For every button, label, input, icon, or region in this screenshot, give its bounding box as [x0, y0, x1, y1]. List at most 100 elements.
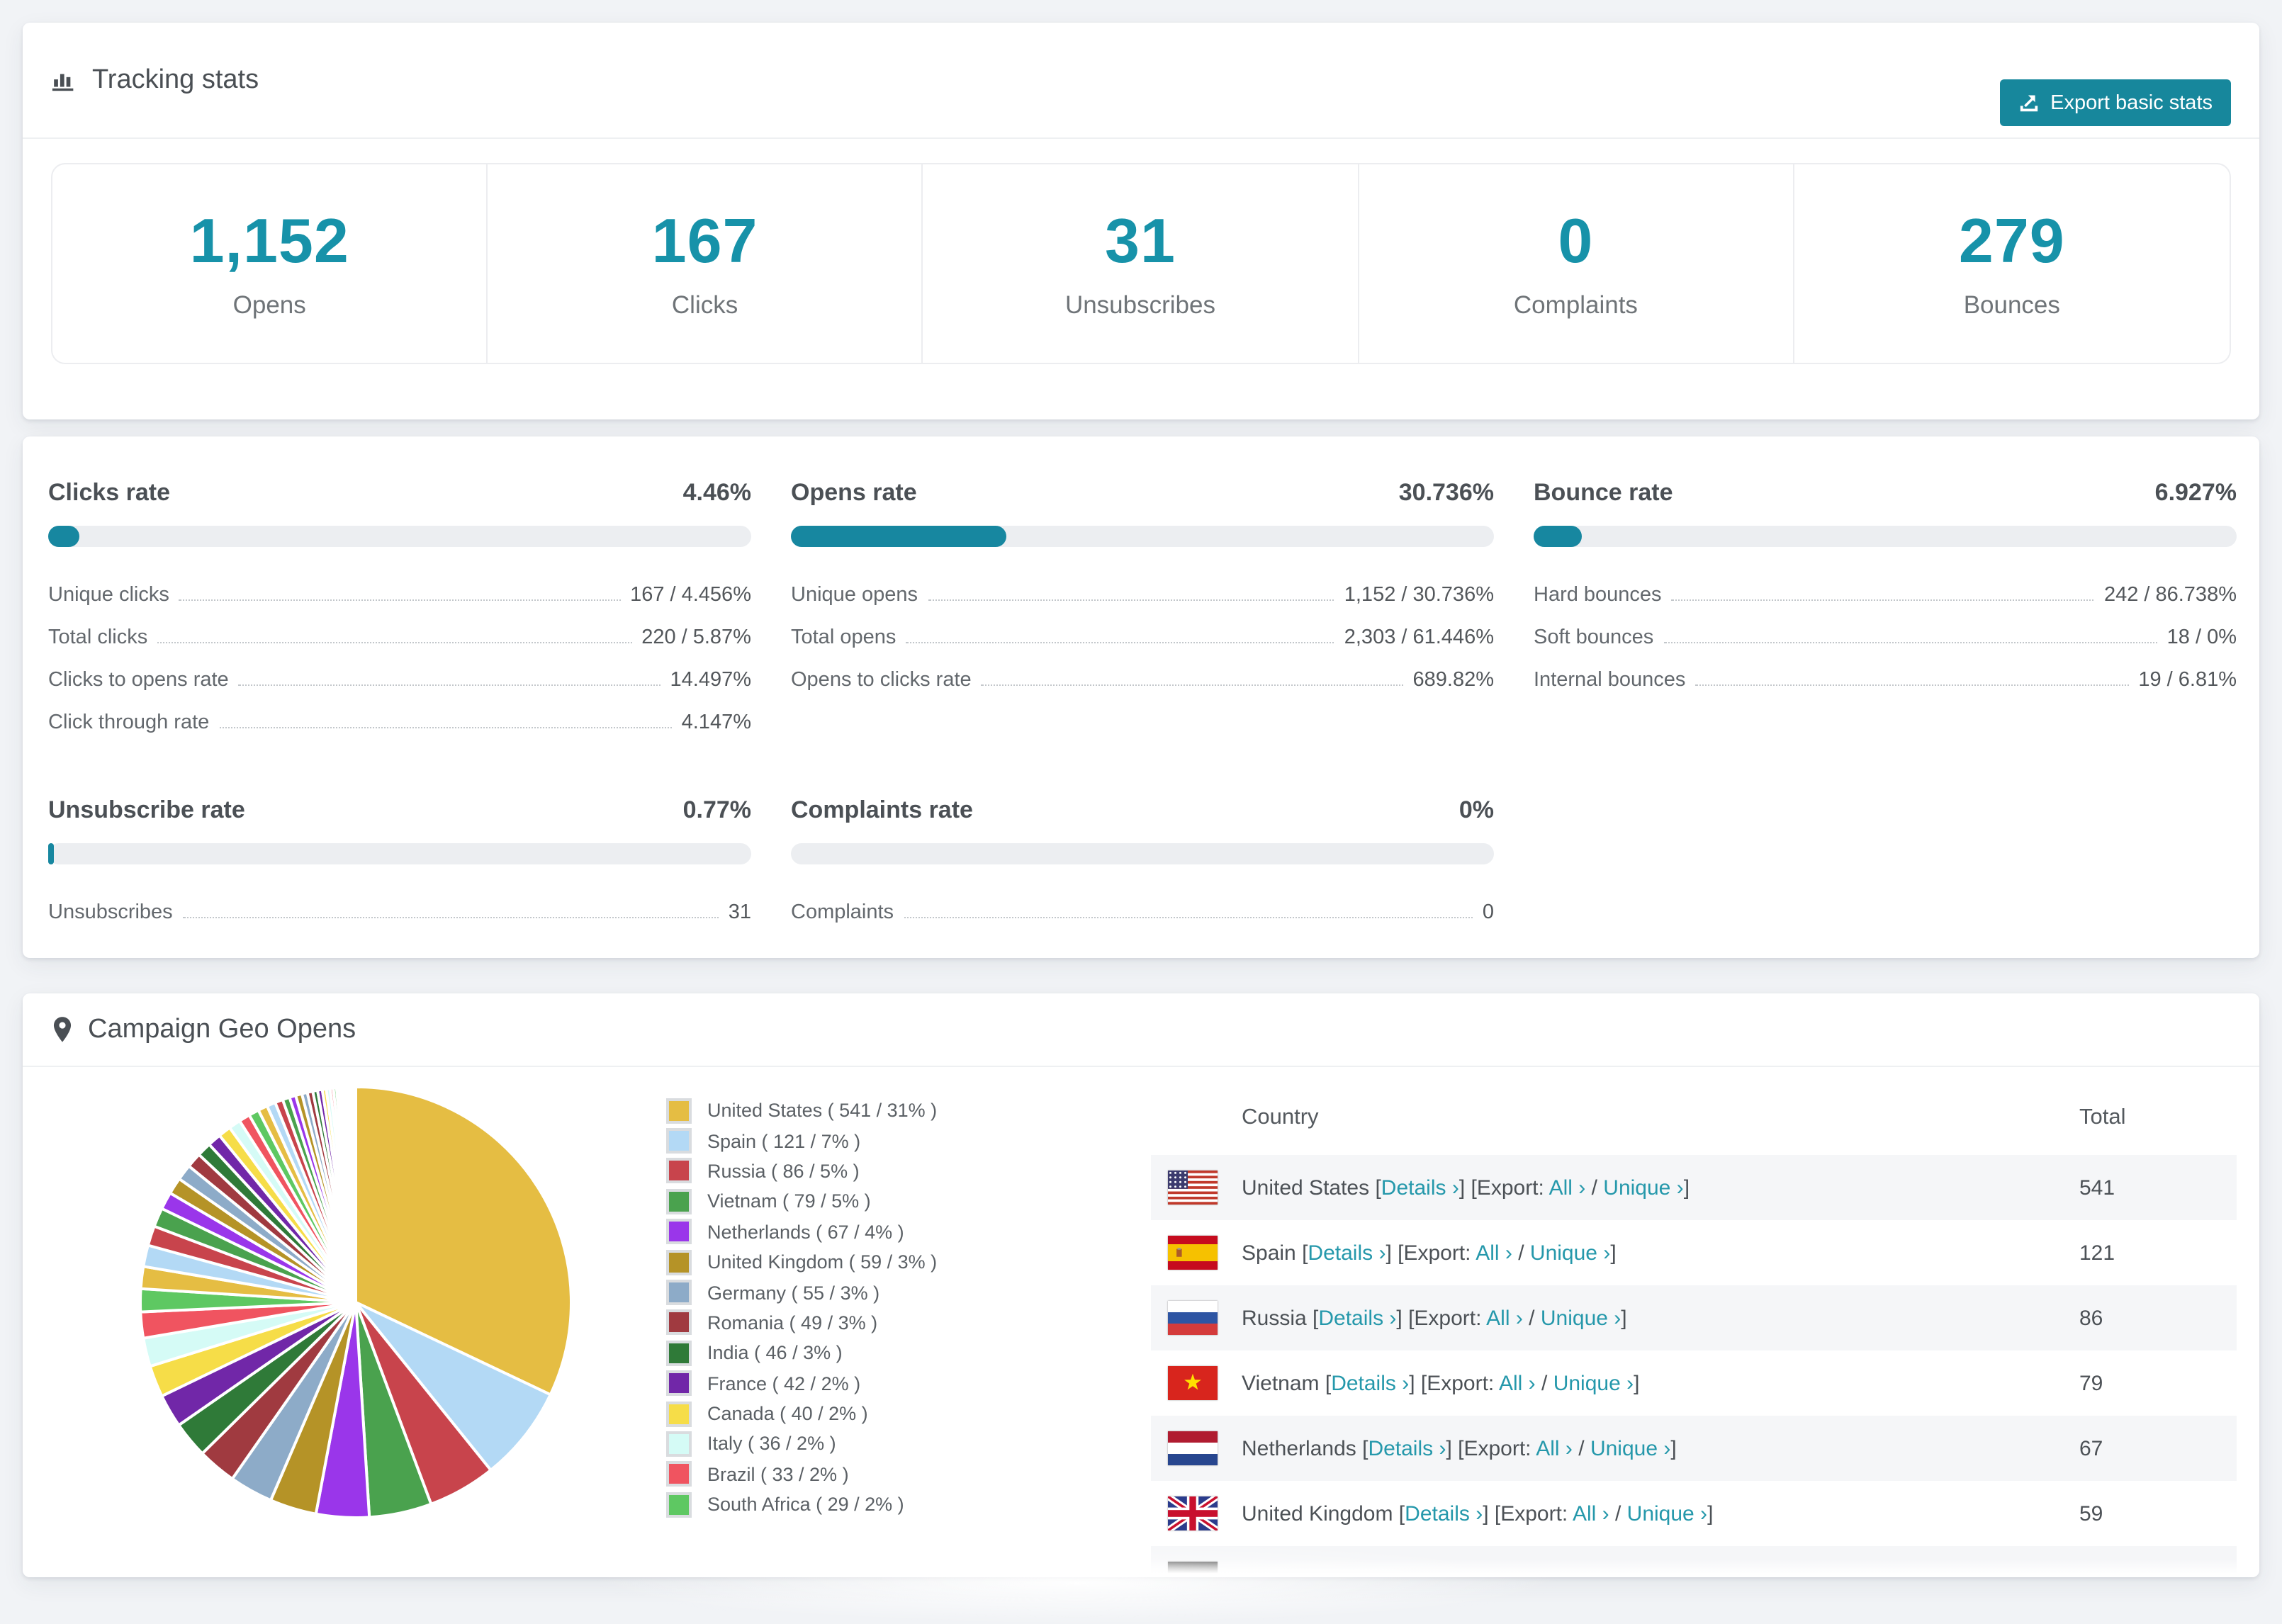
legend-swatch [666, 1128, 692, 1154]
rate-row-value: 0 [1482, 901, 1494, 924]
dotted-leader [157, 642, 632, 643]
rate-value: 0% [1458, 796, 1494, 823]
rate-row-label: Hard bounces [1534, 584, 1662, 607]
details-link[interactable]: Details › [1405, 1501, 1483, 1526]
dotted-leader [238, 684, 661, 686]
rate-title: Clicks rate [48, 479, 170, 506]
details-link[interactable]: Details › [1318, 1306, 1396, 1330]
details-link[interactable]: Details › [1368, 1436, 1446, 1460]
export-all-link[interactable]: All › [1536, 1436, 1573, 1460]
ru-flag-icon [1168, 1301, 1218, 1335]
geo-opens-title: Campaign Geo Opens [88, 1014, 356, 1044]
rate-row: Unsubscribes 31 [48, 881, 751, 924]
rate-rows: Unique clicks 167 / 4.456% Total clicks 220… [48, 564, 751, 734]
rate-value: 0.77% [682, 796, 751, 823]
export-unique-link[interactable]: Unique › [1530, 1241, 1610, 1265]
rate-row-value: 167 / 4.456% [630, 584, 751, 607]
rate-row-label: Opens to clicks rate [791, 669, 972, 692]
export-all-link[interactable]: All › [1499, 1371, 1536, 1395]
stat-value: 1,152 [189, 207, 349, 276]
export-unique-link[interactable]: Unique › [1590, 1436, 1670, 1460]
rate-panel-head: Opens rate 30.736% [791, 479, 1494, 507]
geo-country-table: Country Total United States [Details ›] … [1151, 1081, 2237, 1577]
rate-row-value: 18 / 0% [2166, 626, 2237, 649]
vn-flag-icon [1168, 1366, 1218, 1400]
legend-swatch [666, 1401, 692, 1427]
rate-panel-bounce-rate: Bounce rate 6.927% Hard bounces 242 / 86.73… [1534, 479, 2237, 734]
rate-panel-head: Bounce rate 6.927% [1534, 479, 2237, 507]
stat-label: Clicks [671, 291, 738, 319]
total-cell: 86 [2079, 1306, 2103, 1330]
dotted-leader [928, 599, 1334, 601]
rate-progress-bar [791, 843, 1494, 864]
de-flag-icon [1168, 1562, 1218, 1577]
rate-panel-opens-rate: Opens rate 30.736% Unique opens 1,152 / 30.… [791, 479, 1494, 734]
dotted-leader [219, 727, 672, 728]
details-link[interactable]: Details › [1381, 1175, 1459, 1200]
stat-card-clicks: 167 Clicks [488, 164, 923, 363]
stat-card-bounces: 279 Bounces [1794, 164, 2230, 363]
legend-swatch [666, 1280, 692, 1306]
legend-item: South Africa ( 29 / 2% ) [666, 1489, 937, 1520]
legend-swatch [666, 1431, 692, 1457]
legend-item: United States ( 541 / 31% ) [666, 1095, 937, 1126]
rate-value: 6.927% [2154, 479, 2237, 506]
map-pin-icon [51, 1016, 74, 1043]
rate-row-label: Unsubscribes [48, 901, 173, 924]
export-all-link[interactable]: All › [1573, 1501, 1609, 1526]
us-flag-icon [1168, 1171, 1218, 1205]
dotted-leader [906, 642, 1334, 643]
rate-row: Complaints 0 [791, 881, 1494, 924]
legend-label: South Africa ( 29 / 2% ) [707, 1494, 904, 1516]
legend-label: Germany ( 55 / 3% ) [707, 1282, 880, 1304]
export-all-link[interactable]: All › [1476, 1241, 1512, 1265]
stat-value: 167 [651, 207, 758, 276]
export-unique-link[interactable]: Unique › [1553, 1371, 1634, 1395]
legend-label: United States ( 541 / 31% ) [707, 1100, 938, 1122]
table-row: Russia [Details ›] [Export: All › / Uniq… [1151, 1285, 2237, 1350]
country-cell: Vietnam [Details ›] [Export: All › / Uni… [1242, 1371, 1640, 1395]
gb-flag-icon [1168, 1496, 1218, 1530]
rate-progress-bar [791, 526, 1494, 547]
export-unique-link[interactable]: Unique › [1603, 1175, 1683, 1200]
rate-value: 30.736% [1398, 479, 1494, 506]
stat-label: Opens [232, 291, 306, 319]
rate-row: Hard bounces 242 / 86.738% [1534, 564, 2237, 607]
total-cell: 59 [2079, 1501, 2103, 1526]
rate-row-value: 689.82% [1412, 669, 1495, 692]
legend-label: Netherlands ( 67 / 4% ) [707, 1221, 904, 1243]
legend-label: France ( 42 / 2% ) [707, 1372, 861, 1394]
details-link[interactable]: Details › [1308, 1241, 1386, 1265]
country-cell: United Kingdom [Details ›] [Export: All … [1242, 1501, 1714, 1526]
rate-progress-fill [1534, 526, 1583, 547]
rate-row-value: 31 [728, 901, 751, 924]
rate-row-label: Clicks to opens rate [48, 669, 229, 692]
legend-item: India ( 46 / 3% ) [666, 1338, 937, 1368]
legend-label: Canada ( 40 / 2% ) [707, 1403, 868, 1425]
export-unique-link[interactable]: Unique › [1541, 1306, 1621, 1330]
geo-opens-header: Campaign Geo Opens [23, 993, 2259, 1067]
country-cell: Spain [Details ›] [Export: All › / Uniqu… [1242, 1241, 1617, 1265]
table-row: Netherlands [Details ›] [Export: All › /… [1151, 1416, 2237, 1481]
legend-label: India ( 46 / 3% ) [707, 1342, 843, 1364]
export-unique-link[interactable]: Unique › [1627, 1501, 1707, 1526]
export-all-link[interactable]: All › [1486, 1306, 1523, 1330]
table-row: Vietnam [Details ›] [Export: All › / Uni… [1151, 1350, 2237, 1416]
rate-panel-complaints-rate: Complaints rate 0% Complaints 0 [791, 796, 1494, 924]
stat-value: 0 [1558, 207, 1594, 276]
bar-chart-icon [51, 67, 78, 94]
stat-value: 279 [1958, 207, 2065, 276]
rate-row-label: Soft bounces [1534, 626, 1654, 649]
rate-value: 4.46% [682, 479, 751, 506]
rate-title: Complaints rate [791, 796, 973, 823]
export-all-link[interactable]: All › [1549, 1175, 1586, 1200]
rate-row-label: Complaints [791, 901, 894, 924]
pie-slice [353, 1085, 357, 1304]
legend-item: Vietnam ( 79 / 5% ) [666, 1186, 937, 1217]
dotted-leader [1695, 684, 2129, 686]
legend-label: Italy ( 36 / 2% ) [707, 1433, 836, 1455]
rate-rows: Hard bounces 242 / 86.738% Soft bounces 18 … [1534, 564, 2237, 692]
export-basic-stats-button[interactable]: Export basic stats [1999, 79, 2231, 126]
tracking-stats-card: Tracking stats Export basic stats 1,152 O… [23, 23, 2259, 419]
details-link[interactable]: Details › [1331, 1371, 1409, 1395]
